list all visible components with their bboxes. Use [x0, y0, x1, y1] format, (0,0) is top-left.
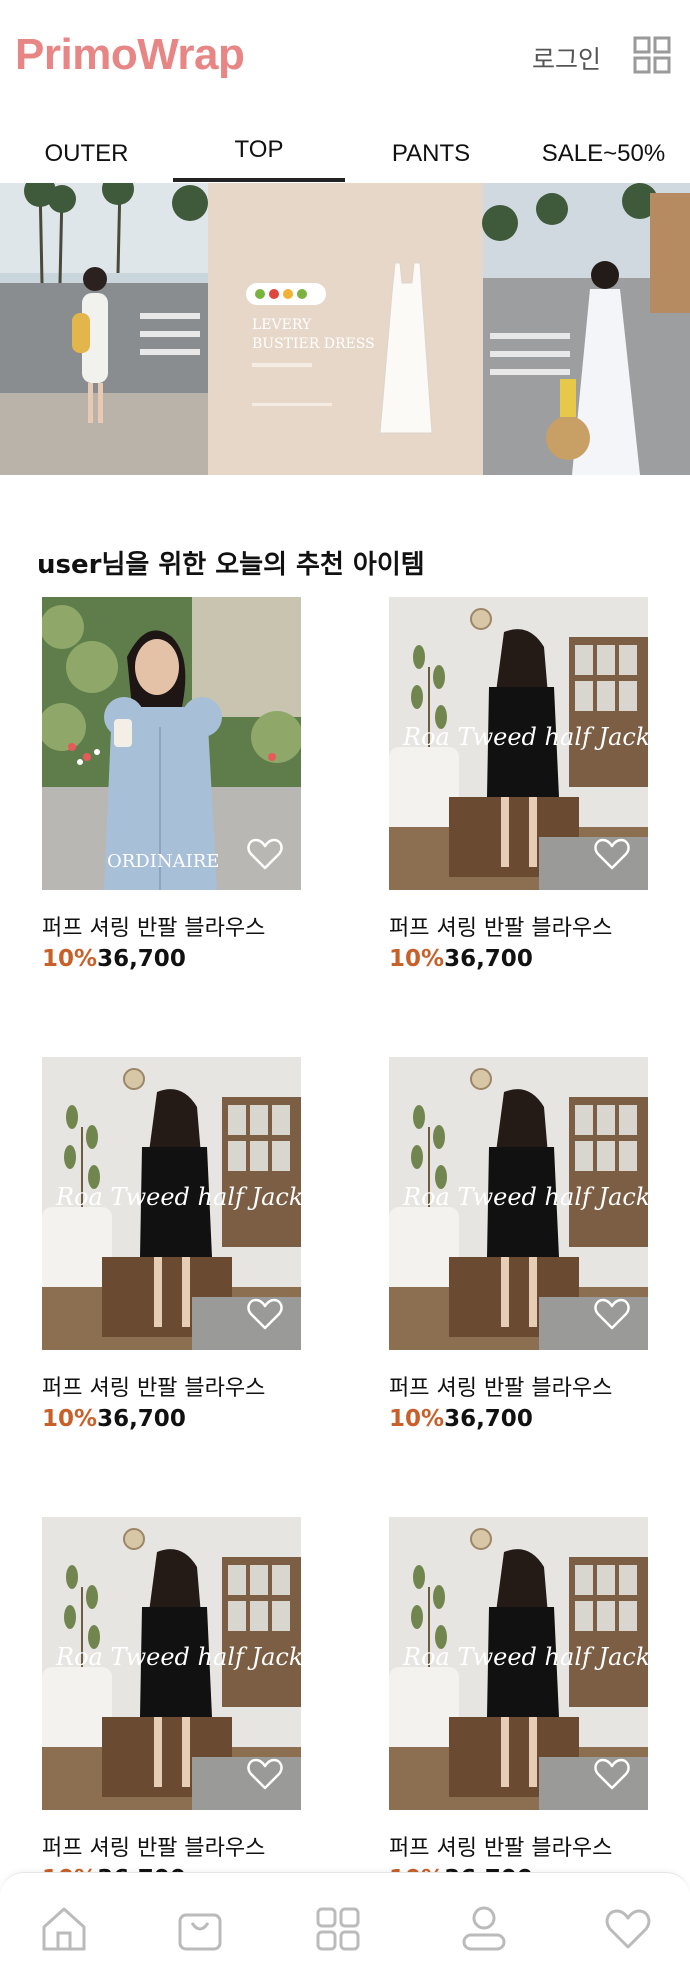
- product-price: 36,700: [444, 1406, 533, 1432]
- discount-rate: 10%: [389, 946, 445, 972]
- product-image[interactable]: Roa Tweed half Jacket: [42, 1057, 301, 1350]
- product-price: 36,700: [444, 946, 533, 972]
- product-image[interactable]: ORDINAIRE: [42, 597, 301, 890]
- product-price: 36,700: [97, 946, 186, 972]
- product-name[interactable]: 퍼프 셔링 반팔 블라우스: [42, 1370, 301, 1402]
- category-grid-icon[interactable]: [312, 1903, 364, 1955]
- price-row: 10%36,700: [42, 946, 301, 972]
- tab-label: SALE~50%: [541, 140, 666, 167]
- app-header: PrimoWrap 로그인: [0, 0, 690, 110]
- tab-sale[interactable]: SALE~50%: [517, 130, 690, 182]
- product-card[interactable]: Roa Tweed half Jacket 퍼프 셔링 반팔 블라우스 10%3…: [389, 1517, 648, 1892]
- image-caption: Roa Tweed half Jacket: [402, 723, 648, 751]
- product-name[interactable]: 퍼프 셔링 반팔 블라우스: [42, 910, 301, 942]
- product-name[interactable]: 퍼프 셔링 반팔 블라우스: [389, 910, 648, 942]
- heart-icon[interactable]: [602, 1903, 654, 1955]
- brand-logo[interactable]: PrimoWrap: [15, 30, 245, 80]
- product-image[interactable]: Roa Tweed half Jacket: [389, 597, 648, 890]
- wishlist-heart-icon[interactable]: [247, 838, 283, 870]
- tab-label: PANTS: [391, 140, 471, 167]
- tab-outer[interactable]: OUTER: [0, 130, 173, 182]
- tab-pants[interactable]: PANTS: [345, 130, 517, 182]
- price-row: 10%36,700: [389, 946, 648, 972]
- price-row: 10%36,700: [389, 1406, 648, 1432]
- product-price: 36,700: [97, 1406, 186, 1432]
- wishlist-heart-icon[interactable]: [247, 1298, 283, 1330]
- grid-icon[interactable]: [633, 36, 671, 74]
- tab-top[interactable]: TOP: [173, 130, 345, 182]
- wishlist-heart-icon[interactable]: [594, 838, 630, 870]
- product-name[interactable]: 퍼프 셔링 반팔 블라우스: [389, 1370, 648, 1402]
- promo-banner[interactable]: LEVERY BUSTIER DRESS: [0, 183, 690, 475]
- bottom-navigation: [0, 1872, 690, 1976]
- image-caption: ORDINAIRE: [107, 851, 219, 872]
- tab-label: OUTER: [44, 140, 129, 167]
- banner-image: LEVERY BUSTIER DRESS: [0, 183, 690, 475]
- image-caption: Roa Tweed half Jacket: [402, 1643, 648, 1671]
- price-row: 10%36,700: [42, 1406, 301, 1432]
- wishlist-heart-icon[interactable]: [594, 1298, 630, 1330]
- recommendation-heading: user님을 위한 오늘의 추천 아이템: [37, 550, 425, 580]
- login-link[interactable]: 로그인: [532, 40, 601, 76]
- discount-rate: 10%: [42, 946, 98, 972]
- image-caption: Roa Tweed half Jacket: [55, 1643, 301, 1671]
- user-icon[interactable]: [458, 1903, 510, 1955]
- product-card[interactable]: Roa Tweed half Jacket 퍼프 셔링 반팔 블라우스 10%3…: [389, 1057, 648, 1432]
- discount-rate: 10%: [389, 1406, 445, 1432]
- product-image[interactable]: Roa Tweed half Jacket: [389, 1057, 648, 1350]
- category-tabs: OUTER TOP PANTS SALE~50%: [0, 130, 690, 182]
- image-caption: Roa Tweed half Jacket: [402, 1183, 648, 1211]
- wishlist-heart-icon[interactable]: [247, 1758, 283, 1790]
- shopping-bag-icon[interactable]: [174, 1903, 226, 1955]
- product-card[interactable]: Roa Tweed half Jacket 퍼프 셔링 반팔 블라우스 10%3…: [42, 1057, 301, 1432]
- product-image[interactable]: Roa Tweed half Jacket: [42, 1517, 301, 1810]
- wishlist-heart-icon[interactable]: [594, 1758, 630, 1790]
- tab-label: TOP: [234, 136, 284, 163]
- product-image[interactable]: Roa Tweed half Jacket: [389, 1517, 648, 1810]
- product-name[interactable]: 퍼프 셔링 반팔 블라우스: [42, 1830, 301, 1862]
- product-name[interactable]: 퍼프 셔링 반팔 블라우스: [389, 1830, 648, 1862]
- banner-card-subtitle: BUSTIER DRESS: [252, 336, 375, 352]
- product-card[interactable]: ORDINAIRE 퍼프 셔링 반팔 블라우스 10%36,700: [42, 597, 301, 972]
- product-card[interactable]: Roa Tweed half Jacket 퍼프 셔링 반팔 블라우스 10%3…: [42, 1517, 301, 1892]
- home-icon[interactable]: [38, 1903, 90, 1955]
- banner-card-title: LEVERY: [252, 317, 312, 333]
- product-card[interactable]: Roa Tweed half Jacket 퍼프 셔링 반팔 블라우스 10%3…: [389, 597, 648, 972]
- discount-rate: 10%: [42, 1406, 98, 1432]
- image-caption: Roa Tweed half Jacket: [55, 1183, 301, 1211]
